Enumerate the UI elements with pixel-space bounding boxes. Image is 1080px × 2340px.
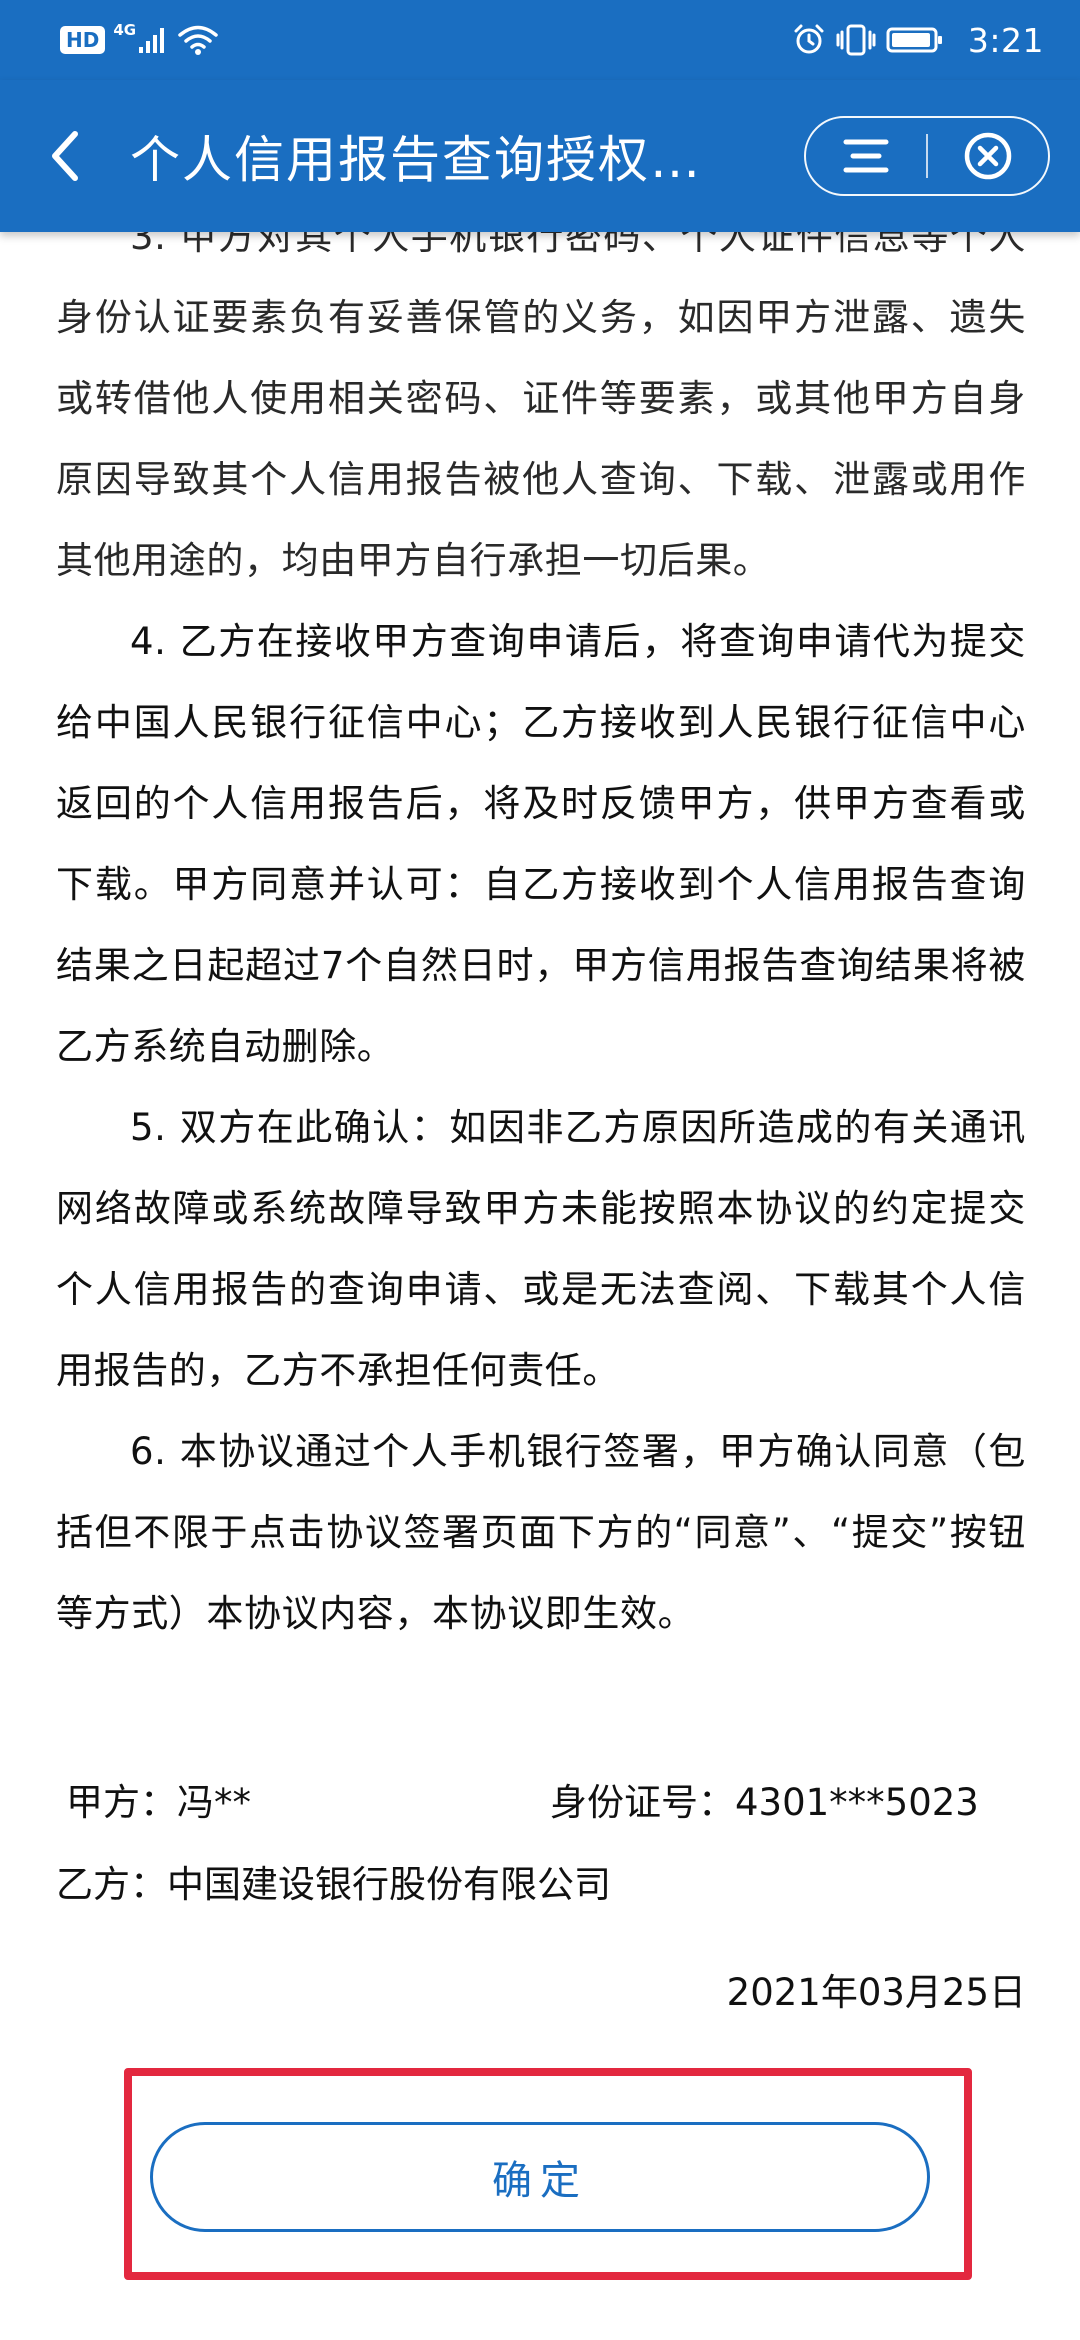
agreement-paragraph-5: 5. 双方在此确认：如因非乙方原因所造成的有关通讯网络故障或系统故障导致甲方未能…: [56, 1106, 1026, 1392]
agreement-content[interactable]: 3. 甲方对其个人手机银行密码、个人证件信息等个人身份认证要素负有妥善保管的义务…: [0, 232, 1080, 2340]
paragraph-3-rest: 身份认证要素负有妥善保管的义务，如因甲方泄露、遗失或转借他人使用相关密码、证件等…: [56, 296, 1026, 582]
status-right: 3:21: [792, 21, 1044, 60]
alarm-icon: [792, 23, 826, 57]
app-screen: HD 4G 3:21 个人信用报告查询授权… 3. 甲方对其个人手机银行密码、个…: [0, 0, 1080, 2340]
nav-bar: 个人信用报告查询授权…: [0, 80, 1080, 232]
agreement-body: 3. 甲方对其个人手机银行密码、个人证件信息等个人身份认证要素负有妥善保管的义务…: [56, 232, 1026, 1654]
close-circle-icon: [964, 132, 1012, 180]
status-bar: HD 4G 3:21: [0, 0, 1080, 80]
page-title: 个人信用报告查询授权…: [130, 131, 702, 189]
status-time: 3:21: [967, 20, 1044, 60]
id-number: 身份证号：4301***5023: [550, 1781, 979, 1824]
signal-icon: [138, 25, 168, 55]
vibrate-icon: [836, 23, 876, 57]
mini-program-capsule: [804, 116, 1050, 196]
menu-icon: [843, 139, 889, 173]
sign-date: 2021年03月25日: [726, 1971, 1026, 2014]
menu-button[interactable]: [806, 118, 926, 194]
hd-badge: HD: [60, 26, 106, 54]
agreement-paragraph-4: 4. 乙方在接收甲方查询申请后，将查询申请代为提交给中国人民银行征信中心；乙方接…: [56, 620, 1026, 1068]
chevron-left-icon: [52, 131, 78, 181]
close-button[interactable]: [928, 118, 1048, 194]
agreement-paragraph-6: 6. 本协议通过个人手机银行签署，甲方确认同意（包括但不限于点击协议签署页面下方…: [56, 1430, 1026, 1635]
cut-off-line: 3. 甲方对其个人手机银行密码、个人证件信息等个人: [130, 232, 1026, 258]
back-button[interactable]: [0, 80, 130, 232]
status-left: HD 4G: [60, 21, 228, 56]
party-a-name: 甲方：冯**: [66, 1781, 251, 1824]
agreement-paragraph-3: 3. 甲方对其个人手机银行密码、个人证件信息等个人身份认证要素负有妥善保管的义务…: [56, 232, 1026, 601]
party-a-row: 甲方：冯** 身份证号：4301***5023: [66, 1772, 1026, 1832]
battery-icon: [886, 26, 944, 54]
confirm-button[interactable]: 确定: [150, 2122, 930, 2232]
party-b-name: 乙方：中国建设银行股份有限公司: [56, 1863, 611, 1906]
network-type: 4G: [113, 21, 137, 39]
wifi-icon: [178, 24, 218, 56]
